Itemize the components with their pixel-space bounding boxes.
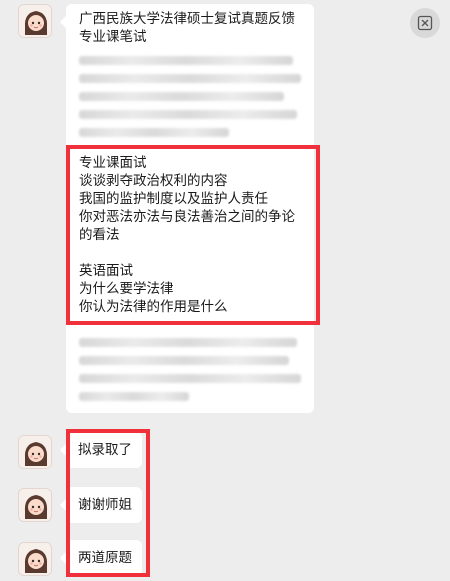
avatar-icon — [19, 436, 51, 468]
avatar-icon — [19, 543, 51, 575]
blurred-text — [79, 392, 189, 401]
blurred-text — [79, 128, 229, 137]
avatar[interactable] — [18, 488, 52, 522]
blurred-text — [79, 356, 289, 365]
blurred-text — [79, 338, 297, 347]
blurred-text — [79, 110, 297, 119]
avatar[interactable] — [18, 4, 52, 38]
avatar-icon — [19, 489, 51, 521]
blurred-text — [79, 56, 293, 65]
blurred-text — [79, 374, 301, 383]
avatar[interactable] — [18, 435, 52, 469]
avatar-icon — [19, 5, 51, 37]
avatar[interactable] — [18, 542, 52, 576]
message-line: 广西民族大学法律硕士复试真题反馈 — [79, 11, 295, 27]
message-line: 专业课笔试 — [79, 29, 147, 45]
blurred-text — [79, 92, 284, 101]
highlight-box — [66, 429, 150, 577]
close-icon — [417, 15, 433, 31]
blurred-text — [79, 74, 301, 83]
close-button[interactable] — [410, 8, 440, 38]
highlight-box — [66, 145, 320, 325]
